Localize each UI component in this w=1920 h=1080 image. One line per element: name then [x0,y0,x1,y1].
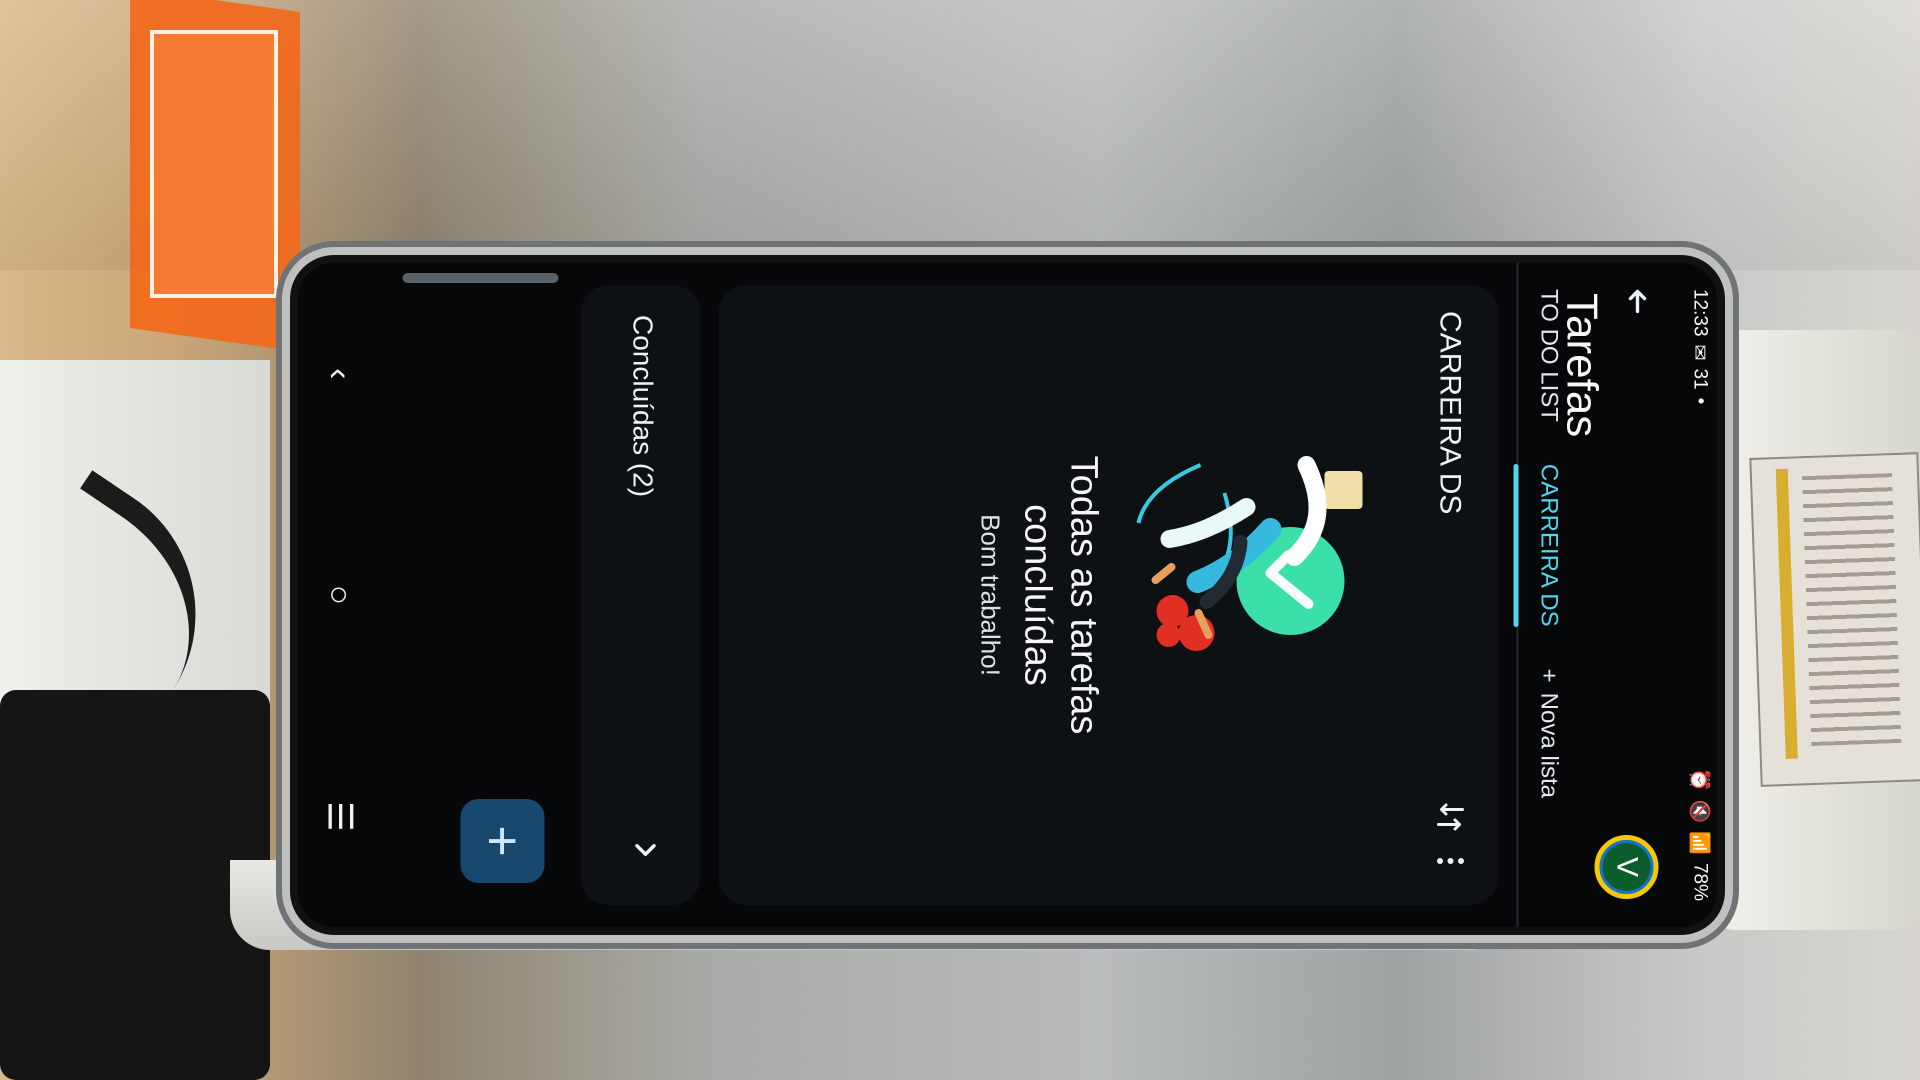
empty-state-subtitle: Bom trabalho! [975,514,1006,676]
completed-label: Concluídas (2) [627,315,659,498]
sort-icon[interactable] [1433,799,1469,835]
scroll-indicator [402,273,559,283]
new-list-tab[interactable]: + Nova lista [1535,669,1563,798]
status-time: 12:33 [1689,289,1711,337]
orange-card [150,30,278,298]
completed-section[interactable]: Concluídas (2) [580,285,701,905]
add-task-button[interactable]: + [460,799,545,883]
mail-icon: ✉ [1689,344,1710,361]
dot-icon: • [1689,397,1711,405]
tasks-app: 12:33 ✉ 31 • ⏰ 🔇 📶 78% Tarefas V TO DO L… [298,263,1717,927]
avatar[interactable]: V [1594,835,1659,899]
wifi-icon: 📶 [1688,831,1710,855]
status-left: 12:33 ✉ 31 • [1688,289,1711,404]
status-bar: 12:33 ✉ 31 • ⏰ 🔇 📶 78% [1683,263,1717,927]
alarm-icon: ⏰ [1688,767,1710,792]
new-list-label: Nova lista [1535,692,1563,799]
task-list-tabs: TO DO LIST CARREIRA DS + Nova lista [1516,263,1579,927]
avatar-letter: V [1610,856,1644,877]
recents-nav-button[interactable]: ☰ [315,781,365,851]
empty-title-line-1: Todas as tarefas [1062,455,1105,735]
phone-screen: 12:33 ✉ 31 • ⏰ 🔇 📶 78% Tarefas V TO DO L… [298,263,1717,927]
phone-device: 12:33 ✉ 31 • ⏰ 🔇 📶 78% Tarefas V TO DO L… [290,255,1725,935]
plus-icon: + [1535,668,1563,683]
home-nav-button[interactable]: ○ [315,560,365,630]
app-header: Tarefas V [1558,263,1681,927]
task-card: CARREIRA DS Todas as tarefas concluídas … [718,285,1499,905]
back-arrow-icon[interactable] [1621,283,1655,317]
battery-text: 78% [1689,862,1711,901]
empty-title-line-2: concluídas [1016,504,1059,686]
back-nav-button[interactable]: ‹ [315,339,365,409]
more-options-icon[interactable] [1433,843,1469,879]
tab-to-do-list[interactable]: TO DO LIST [1535,289,1563,422]
android-navigation-bar: ‹ ○ ☰ [298,263,382,927]
calendar-icon: 31 [1689,368,1711,390]
tab-carreira-ds[interactable]: CARREIRA DS [1535,464,1563,627]
card-title: CARREIRA DS [1433,311,1467,515]
chevron-right-icon [635,844,656,856]
warning-label [1749,452,1920,787]
empty-state-title: Todas as tarefas concluídas [1015,285,1107,905]
empty-state-illustration [1136,456,1363,651]
mute-icon: 🔇 [1688,799,1710,824]
status-right: ⏰ 🔇 📶 78% [1688,768,1712,901]
